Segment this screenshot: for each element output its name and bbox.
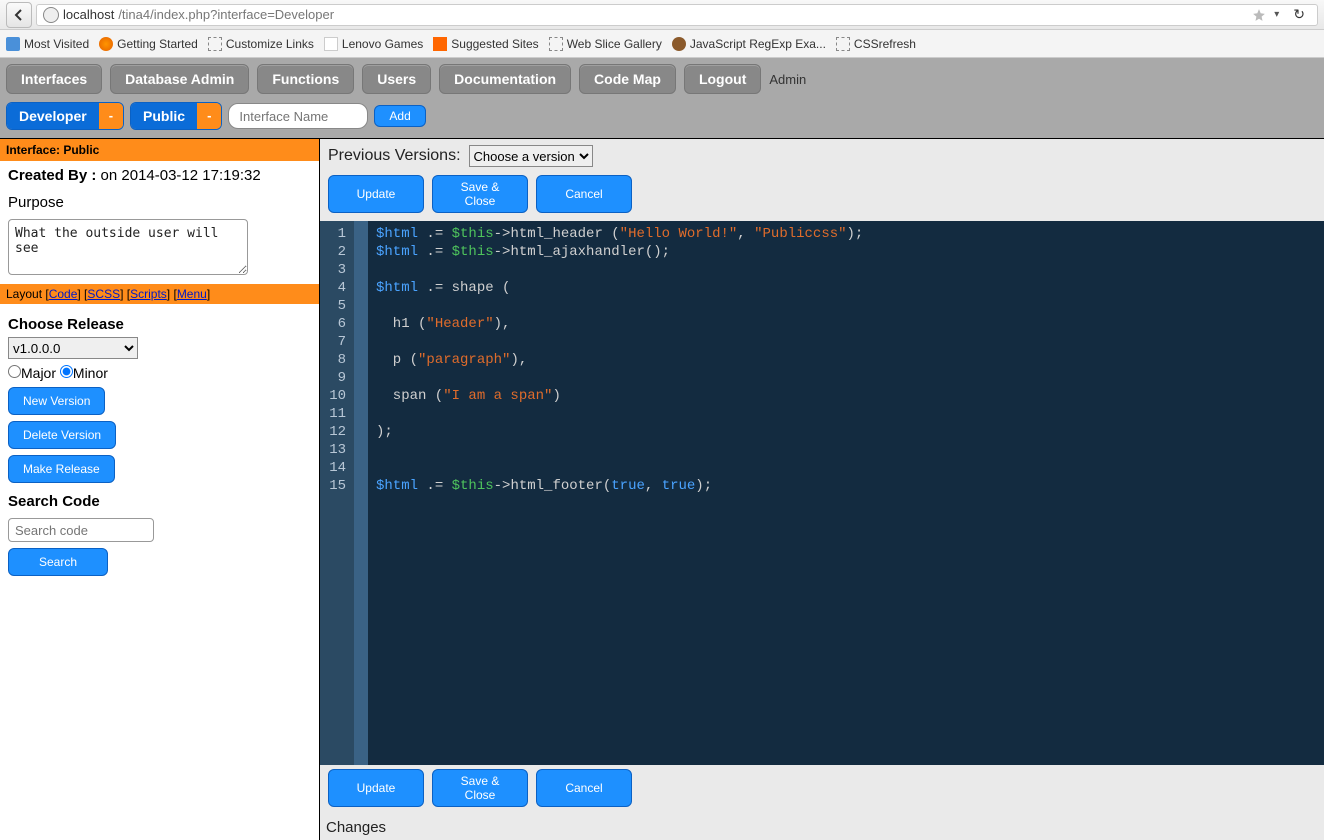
bookmark-lenovo-games[interactable]: Lenovo Games xyxy=(324,37,423,51)
minor-radio[interactable] xyxy=(60,365,73,378)
url-bar[interactable]: localhost/tina4/index.php?interface=Deve… xyxy=(36,4,1318,26)
bookmark-suggested-sites[interactable]: Suggested Sites xyxy=(433,37,538,51)
bookmark-star-icon[interactable] xyxy=(1252,8,1266,22)
admin-label: Admin xyxy=(769,72,806,87)
globe-icon xyxy=(43,7,59,23)
code-content[interactable]: $html .= $this->html_header ("Hello Worl… xyxy=(368,221,871,765)
layout-bar: Layout [Code] [SCSS] [Scripts] [Menu] xyxy=(0,284,319,304)
url-path: /tina4/index.php?interface=Developer xyxy=(118,7,334,22)
tab-public-remove[interactable]: - xyxy=(197,103,221,129)
sub-nav: Developer - Public - Add xyxy=(0,98,1324,138)
layout-link-code[interactable]: Code xyxy=(49,287,78,301)
page-icon xyxy=(324,37,338,51)
layout-link-scss[interactable]: SCSS xyxy=(87,287,120,301)
code-editor[interactable]: 1 2 3 4 5 6 7 8 9 10 11 12 13 14 15 $htm… xyxy=(320,221,1324,765)
created-by-value: on 2014-03-12 17:19:32 xyxy=(101,167,261,184)
search-code-input[interactable] xyxy=(8,518,154,542)
previous-versions-label: Previous Versions: xyxy=(328,147,461,165)
created-by: Created By : on 2014-03-12 17:19:32 xyxy=(8,167,311,184)
layout-link-scripts[interactable]: Scripts xyxy=(130,287,167,301)
page-icon xyxy=(208,37,222,51)
page-icon xyxy=(836,37,850,51)
tab-developer[interactable]: Developer - xyxy=(6,102,124,130)
changes-label: Changes xyxy=(320,815,1324,840)
save-close-button-bottom[interactable]: Save & Close xyxy=(432,769,528,807)
update-button-bottom[interactable]: Update xyxy=(328,769,424,807)
layout-link-menu[interactable]: Menu xyxy=(177,287,207,301)
line-gutter: 1 2 3 4 5 6 7 8 9 10 11 12 13 14 15 xyxy=(320,221,354,765)
release-select[interactable]: v1.0.0.0 xyxy=(8,337,138,359)
add-interface-button[interactable]: Add xyxy=(374,105,425,127)
bookmark-most-visited[interactable]: Most Visited xyxy=(6,37,89,51)
purpose-label: Purpose xyxy=(8,194,311,211)
bookmark-cssrefresh[interactable]: CSSrefresh xyxy=(836,37,916,51)
nav-documentation[interactable]: Documentation xyxy=(439,64,571,94)
browser-toolbar: localhost/tina4/index.php?interface=Deve… xyxy=(0,0,1324,30)
content-area: Interface: Public Created By : on 2014-0… xyxy=(0,138,1324,840)
url-dropdown-icon[interactable]: ▾ xyxy=(1270,9,1283,20)
sidebar-title: Interface: Public xyxy=(0,139,319,161)
bookmark-getting-started[interactable]: Getting Started xyxy=(99,37,198,51)
search-button[interactable]: Search xyxy=(8,548,108,576)
minor-radio-label[interactable]: Minor xyxy=(60,365,108,381)
created-by-label: Created By : xyxy=(8,167,96,184)
editor-button-row-top: Update Save & Close Cancel xyxy=(320,171,1324,221)
bookmark-regexp[interactable]: JavaScript RegExp Exa... xyxy=(672,37,826,51)
update-button-top[interactable]: Update xyxy=(328,175,424,213)
nav-interfaces[interactable]: Interfaces xyxy=(6,64,102,94)
nav-logout[interactable]: Logout xyxy=(684,64,761,94)
make-release-button[interactable]: Make Release xyxy=(8,455,115,483)
url-domain: localhost xyxy=(63,7,114,22)
nav-functions[interactable]: Functions xyxy=(257,64,354,94)
owl-icon xyxy=(672,37,686,51)
back-button[interactable] xyxy=(6,2,32,28)
flag-icon xyxy=(433,37,447,51)
firefox-icon xyxy=(99,37,113,51)
sidebar: Interface: Public Created By : on 2014-0… xyxy=(0,139,320,840)
editor-panel: Previous Versions: Choose a version Upda… xyxy=(320,139,1324,840)
reload-icon[interactable]: ↻ xyxy=(1287,6,1311,23)
bookmark-customize-links[interactable]: Customize Links xyxy=(208,37,314,51)
nav-users[interactable]: Users xyxy=(362,64,431,94)
main-nav: Interfaces Database Admin Functions User… xyxy=(0,58,1324,98)
tab-developer-remove[interactable]: - xyxy=(99,103,123,129)
layout-label: Layout xyxy=(6,287,42,301)
tab-developer-label: Developer xyxy=(7,103,99,129)
major-radio[interactable] xyxy=(8,365,21,378)
bookmark-bar: Most Visited Getting Started Customize L… xyxy=(0,30,1324,58)
new-version-button[interactable]: New Version xyxy=(8,387,105,415)
editor-button-row-bottom: Update Save & Close Cancel xyxy=(320,765,1324,815)
purpose-textarea[interactable] xyxy=(8,219,248,275)
tab-public-label: Public xyxy=(131,103,197,129)
search-code-label: Search Code xyxy=(8,493,311,510)
nav-code-map[interactable]: Code Map xyxy=(579,64,676,94)
cancel-button-top[interactable]: Cancel xyxy=(536,175,632,213)
cancel-button-bottom[interactable]: Cancel xyxy=(536,769,632,807)
choose-release-label: Choose Release xyxy=(8,316,311,333)
gutter-strip xyxy=(354,221,368,765)
tab-public[interactable]: Public - xyxy=(130,102,222,130)
editor-top-bar: Previous Versions: Choose a version xyxy=(320,139,1324,171)
bookmark-web-slice[interactable]: Web Slice Gallery xyxy=(549,37,662,51)
previous-versions-select[interactable]: Choose a version xyxy=(469,145,593,167)
save-close-button-top[interactable]: Save & Close xyxy=(432,175,528,213)
major-radio-label[interactable]: Major xyxy=(8,365,56,381)
delete-version-button[interactable]: Delete Version xyxy=(8,421,116,449)
bookmark-icon xyxy=(6,37,20,51)
version-type-group: Major Minor xyxy=(8,365,311,381)
interface-name-input[interactable] xyxy=(228,103,368,129)
page-icon xyxy=(549,37,563,51)
nav-database-admin[interactable]: Database Admin xyxy=(110,64,249,94)
